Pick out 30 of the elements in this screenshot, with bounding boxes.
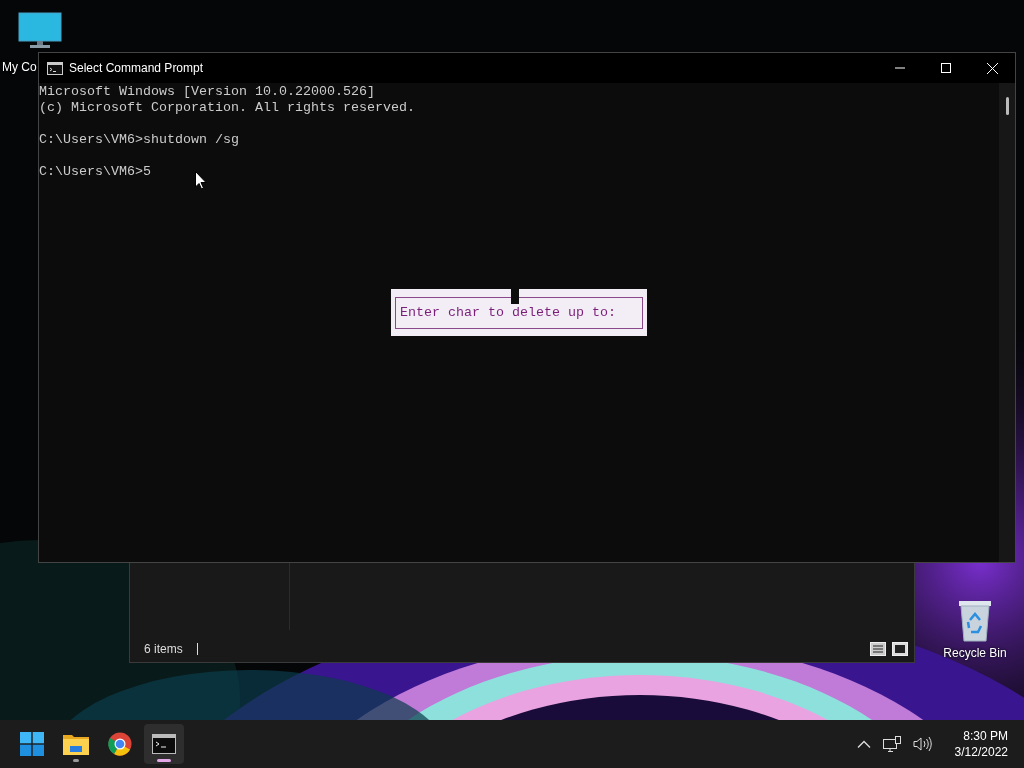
console-line: C:\Users\VM6>5 — [39, 164, 151, 180]
clock-time[interactable]: 8:30 PM — [963, 728, 1008, 744]
maximize-icon — [941, 63, 951, 73]
scrollbar[interactable] — [999, 83, 1015, 562]
console-line: (c) Microsoft Corporation. All rights reserved. — [39, 100, 415, 116]
console-line: C:\Users\VM6>shutdown /sg — [39, 132, 239, 148]
speaker-icon[interactable] — [912, 736, 933, 752]
scroll-thumb[interactable] — [1005, 97, 1009, 115]
monitor-icon[interactable] — [18, 12, 62, 50]
details-view-icon[interactable] — [870, 642, 886, 656]
close-icon — [986, 62, 998, 74]
prompt-text: Enter char to delete up to: — [395, 296, 643, 329]
text-cursor — [511, 289, 519, 304]
chevron-up-icon[interactable] — [856, 740, 871, 748]
desktop-icon-label[interactable]: My Co — [2, 60, 37, 74]
desktop-icon-label[interactable]: Recycle Bin — [943, 646, 1007, 660]
taskbar-button[interactable] — [144, 724, 184, 764]
item-count: 6 items — [144, 642, 183, 656]
windows-logo-icon — [20, 732, 44, 756]
browser-icon — [108, 732, 132, 756]
clock-date[interactable]: 3/12/2022 — [954, 744, 1008, 760]
terminal-icon — [152, 734, 176, 754]
folder-icon — [63, 733, 89, 755]
tiles-view-icon[interactable] — [892, 642, 908, 656]
console-line: Microsoft Windows [Version 10.0.22000.526] — [39, 84, 375, 100]
window-title: Select Command Prompt — [69, 61, 204, 75]
network-icon[interactable] — [882, 736, 901, 752]
mouse-pointer-icon — [195, 171, 207, 190]
terminal-icon — [47, 61, 63, 75]
recycle-bin-icon[interactable] — [957, 598, 993, 642]
